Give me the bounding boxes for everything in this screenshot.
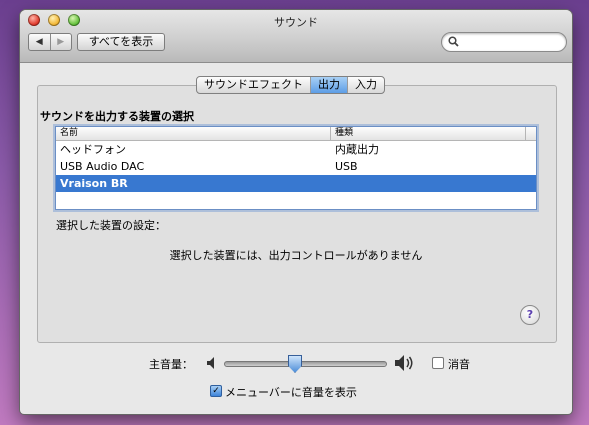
output-device-heading: サウンドを出力する装置の選択 bbox=[40, 110, 194, 123]
table-row-selected[interactable]: Vraison BR bbox=[56, 175, 536, 192]
back-button[interactable]: ◀ bbox=[29, 34, 51, 50]
device-type: USB bbox=[335, 160, 358, 173]
titlebar: サウンド ◀ ▶ すべてを表示 bbox=[20, 10, 572, 63]
tab-bar: サウンドエフェクト 出力 入力 bbox=[196, 76, 385, 94]
device-settings-label: 選択した装置の設定： bbox=[56, 219, 166, 232]
show-volume-in-menubar-checkbox[interactable]: ✓ bbox=[210, 385, 222, 397]
search-input[interactable] bbox=[462, 34, 562, 50]
output-device-table[interactable]: 名前 種類 ヘッドフォン 内蔵出力 USB Audio DAC USB Vrai… bbox=[55, 126, 537, 210]
mute-checkbox[interactable] bbox=[432, 357, 444, 369]
table-row[interactable]: ヘッドフォン 内蔵出力 bbox=[56, 141, 536, 158]
device-type: 内蔵出力 bbox=[335, 143, 379, 156]
column-header-name[interactable]: 名前 bbox=[56, 127, 331, 140]
help-button[interactable]: ? bbox=[520, 305, 540, 325]
speaker-low-icon bbox=[207, 357, 214, 369]
speaker-high-icon bbox=[395, 355, 413, 371]
forward-button[interactable]: ▶ bbox=[51, 34, 72, 50]
show-all-button[interactable]: すべてを表示 bbox=[77, 33, 165, 51]
volume-slider-thumb[interactable] bbox=[288, 355, 302, 373]
nav-buttons: ◀ ▶ bbox=[28, 33, 72, 51]
table-row[interactable]: USB Audio DAC USB bbox=[56, 158, 536, 175]
device-name: USB Audio DAC bbox=[60, 160, 145, 173]
volume-slider[interactable] bbox=[224, 355, 387, 373]
no-controls-message: 選択した装置には、出力コントロールがありません bbox=[169, 249, 423, 262]
device-name: ヘッドフォン bbox=[60, 143, 126, 156]
mute-label: 消音 bbox=[448, 358, 470, 371]
search-field[interactable] bbox=[441, 32, 567, 52]
column-header-type[interactable]: 種類 bbox=[331, 127, 526, 140]
sound-preferences-window: サウンド ◀ ▶ すべてを表示 サウンドエフェクト 出力 入力 サウンドを出力す… bbox=[20, 10, 572, 414]
tab-output[interactable]: 出力 bbox=[311, 77, 348, 93]
show-volume-in-menubar-label: メニューバーに音量を表示 bbox=[225, 386, 357, 399]
output-volume-label: 主音量： bbox=[149, 358, 193, 371]
window-title: サウンド bbox=[274, 16, 318, 29]
search-icon bbox=[448, 36, 459, 47]
tab-sound-effects[interactable]: サウンドエフェクト bbox=[197, 77, 311, 93]
table-header: 名前 種類 bbox=[56, 127, 536, 141]
device-name: Vraison BR bbox=[60, 177, 128, 190]
tab-input[interactable]: 入力 bbox=[348, 77, 384, 93]
